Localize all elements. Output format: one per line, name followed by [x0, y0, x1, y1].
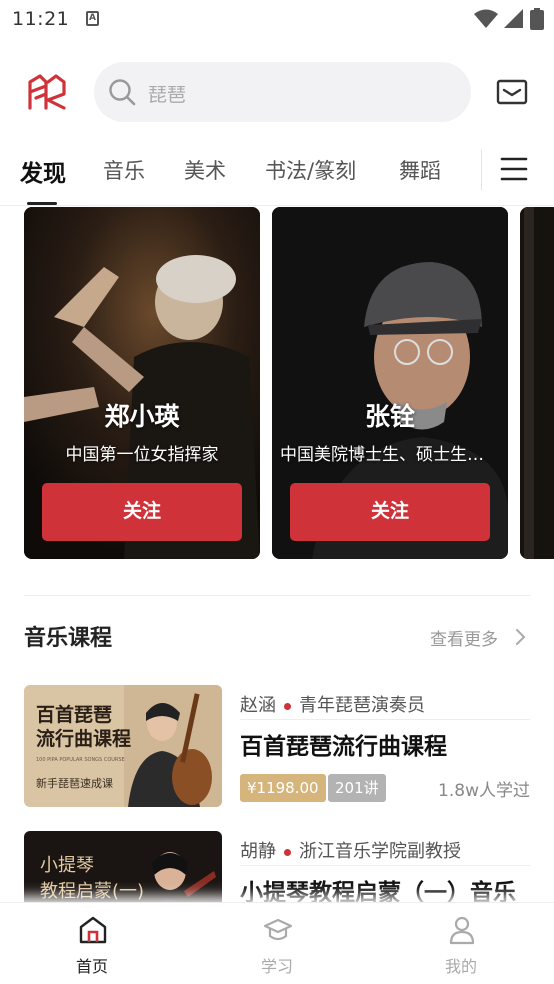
- learner-count: 1.8w人学过: [438, 781, 530, 801]
- thumb-tag: 新手琵琶速成课: [36, 777, 113, 790]
- battery-icon: [530, 8, 544, 30]
- creator-desc: 中国美院博士生、硕士生导师: [280, 445, 500, 465]
- tab-dance[interactable]: 舞蹈: [399, 155, 441, 185]
- mail-icon[interactable]: [496, 78, 528, 106]
- chevron-right-icon[interactable]: [514, 628, 526, 646]
- nav-label: 学习: [260, 957, 293, 976]
- menu-icon[interactable]: [500, 156, 528, 182]
- tab-discover[interactable]: 发现: [20, 154, 66, 188]
- section-title: 音乐课程: [24, 626, 113, 651]
- tab-calligraphy[interactable]: 书法/篆刻: [265, 155, 356, 185]
- category-tabs: 发现 音乐 美术 书法/篆刻 舞蹈: [0, 140, 554, 206]
- teacher-title: 青年琵琶演奏员: [299, 695, 425, 716]
- course-divider: [240, 719, 530, 720]
- creator-name: 郑小瑛: [104, 402, 180, 431]
- graduation-cap-icon: [263, 918, 293, 941]
- thumb-subtitle: 100 PIPA POPULAR SONGS COURSE: [36, 757, 125, 763]
- creator-card[interactable]: 张铨 中国美院博士生、硕士生导师 关注: [272, 207, 508, 559]
- course-divider: [240, 865, 530, 866]
- tab-art[interactable]: 美术: [184, 155, 226, 185]
- signal-icon: [504, 9, 523, 28]
- thumb-title: 百首琵琶 流行曲课程: [36, 703, 131, 751]
- person-icon: [449, 916, 475, 945]
- course-thumbnail: 百首琵琶 流行曲课程 100 PIPA POPULAR SONGS COURSE…: [24, 685, 222, 807]
- lessons-badge: 201讲: [328, 774, 386, 802]
- creator-desc: 中国第一位女指挥家: [65, 445, 219, 465]
- search-input[interactable]: 琵琶: [148, 80, 186, 107]
- tab-divider: [481, 150, 482, 190]
- creator-photo: [520, 207, 554, 559]
- search-icon: [109, 79, 136, 106]
- status-icons: [474, 8, 544, 30]
- thumb-line: 百首琵琶: [36, 704, 113, 726]
- course-title: 百首琵琶流行曲课程: [240, 734, 447, 760]
- teacher-info: 胡静 浙江音乐学院副教授: [240, 837, 461, 863]
- status-time: 11:21: [12, 8, 70, 30]
- section-divider: [24, 595, 530, 596]
- app-logo: [28, 74, 66, 110]
- wifi-icon: [474, 9, 498, 28]
- nav-label: 我的: [444, 957, 477, 976]
- thumb-line: 小提琴: [40, 855, 94, 876]
- search-bar[interactable]: 琵琶: [94, 62, 471, 122]
- notification-icon: A: [86, 11, 99, 26]
- teacher-info: 赵涵 青年琵琶演奏员: [240, 691, 425, 717]
- nav-home[interactable]: 首页: [32, 903, 152, 984]
- separator-dot: [284, 848, 291, 856]
- status-bar: 11:21 A: [0, 0, 554, 38]
- nav-study[interactable]: 学习: [217, 903, 337, 984]
- thumb-title: 小提琴 教程启蒙(一): [40, 853, 144, 905]
- creator-card-partial[interactable]: [520, 207, 554, 559]
- teacher-name: 胡静: [240, 841, 276, 862]
- nav-label: 首页: [75, 957, 108, 976]
- tab-music[interactable]: 音乐: [103, 155, 145, 185]
- teacher-name: 赵涵: [240, 695, 276, 716]
- follow-button[interactable]: 关注: [42, 483, 242, 541]
- creator-name: 张铨: [364, 402, 415, 431]
- follow-button[interactable]: 关注: [290, 483, 490, 541]
- tab-indicator: [27, 202, 57, 205]
- creator-card[interactable]: 郑小瑛 中国第一位女指挥家 关注: [24, 207, 260, 559]
- thumb-line: 流行曲课程: [36, 728, 132, 750]
- nav-mine[interactable]: 我的: [401, 903, 521, 984]
- separator-dot: [284, 702, 291, 710]
- home-icon: [79, 916, 107, 944]
- bottom-nav: 首页 学习 我的: [0, 902, 554, 984]
- course-item[interactable]: 百首琵琶 流行曲课程 100 PIPA POPULAR SONGS COURSE…: [24, 685, 530, 807]
- teacher-title: 浙江音乐学院副教授: [299, 841, 461, 862]
- price-badge: ¥1198.00: [240, 774, 326, 802]
- see-more-link[interactable]: 查看更多: [430, 625, 498, 650]
